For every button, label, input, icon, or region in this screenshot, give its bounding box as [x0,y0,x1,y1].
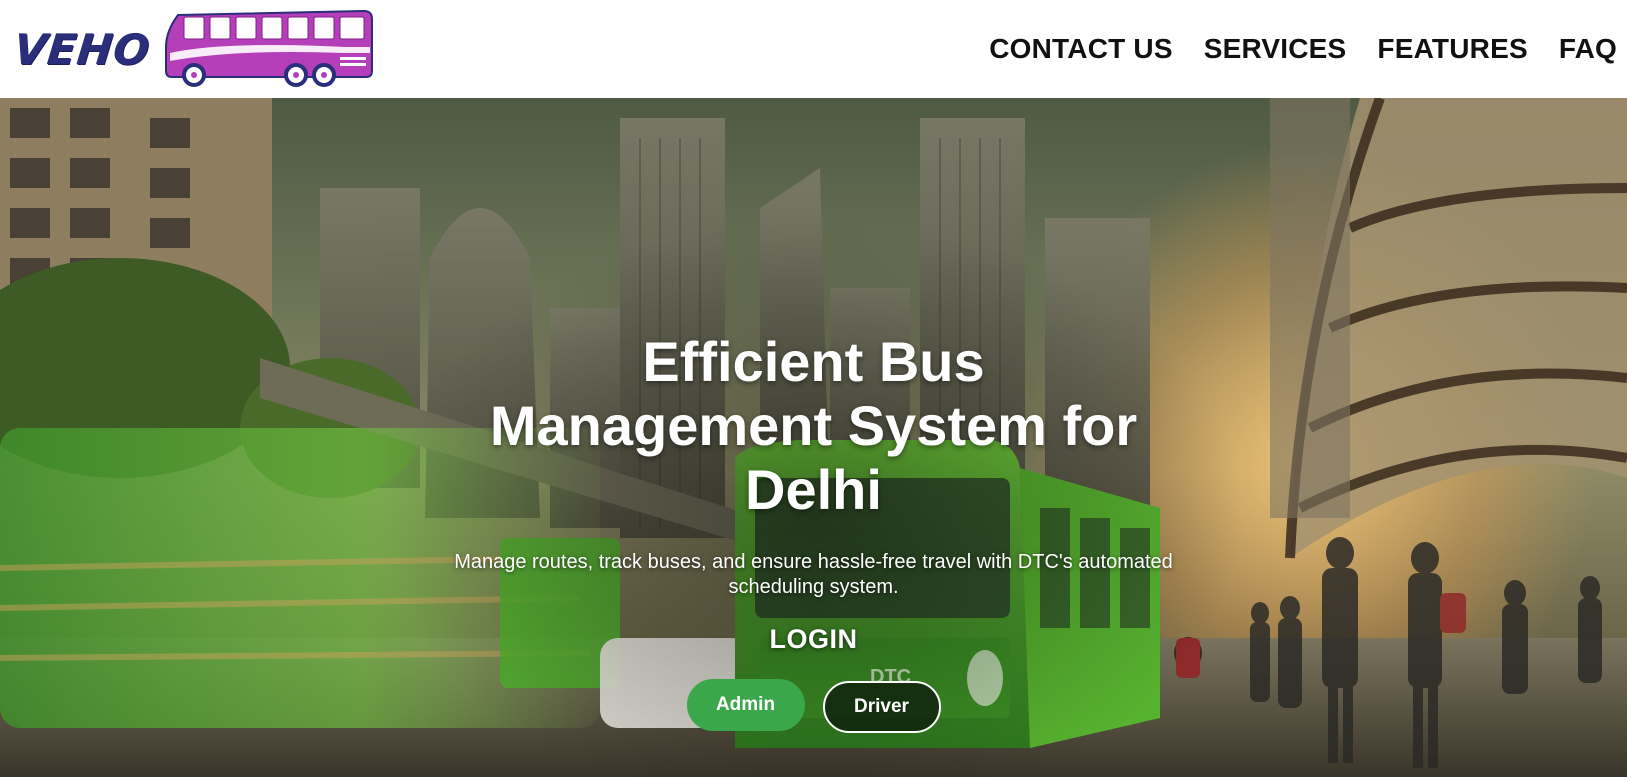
login-heading: LOGIN [769,624,858,654]
hero-subheadline: Manage routes, track buses, and ensure h… [454,551,1173,598]
admin-login-button[interactable]: Admin [686,679,805,731]
login-button-group: Admin Driver [686,677,941,733]
nav-services[interactable]: SERVICES [1204,33,1347,65]
bus-logo-icon [165,9,374,87]
main-nav: CONTACT US SERVICES FEATURES FAQ [958,33,1617,65]
driver-login-button[interactable]: Driver [822,681,941,733]
hero-content: Efficient Bus Management System for Delh… [0,98,1627,777]
nav-contact-us[interactable]: CONTACT US [989,33,1172,65]
site-header: VEHO CONTACT US SERVICES FEATURES FAQ [0,0,1627,98]
nav-faq[interactable]: FAQ [1559,33,1617,65]
logo-wordmark: VEHO [11,24,153,74]
nav-features[interactable]: FEATURES [1377,33,1527,65]
hero-headline: Efficient Bus Management System for Delh… [489,330,1138,521]
hero-section: DTC [0,98,1627,777]
brand-logo[interactable]: VEHO [11,0,376,98]
